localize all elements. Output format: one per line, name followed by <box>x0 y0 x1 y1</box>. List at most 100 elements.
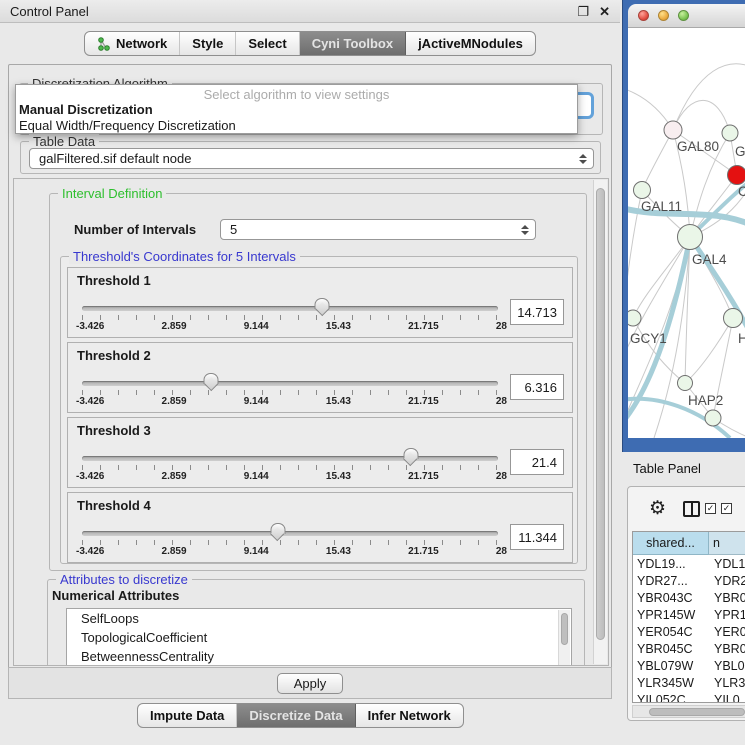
slider-handle[interactable] <box>315 298 330 317</box>
threshold-2-slider[interactable]: -3.426 2.859 9.144 15.43 21.715 28 <box>82 373 498 413</box>
threshold-3-value-field[interactable]: 21.4 <box>510 449 564 475</box>
zoom-traffic-light-icon[interactable] <box>678 10 689 21</box>
network-canvas[interactable]: GAL80 GA C GAL11 GAL4 GCY1 H HAP2 <box>628 28 745 438</box>
cell[interactable]: YDL19... <box>633 557 709 571</box>
cell[interactable]: YBR043C <box>633 591 709 605</box>
table-row[interactable]: YDR27...YDR2 <box>633 572 745 589</box>
threshold-3-slider[interactable]: -3.426 2.859 9.144 15.43 21.715 28 <box>82 448 498 488</box>
table-row[interactable]: YER054CYER0 <box>633 623 745 640</box>
settings-scrollbar[interactable] <box>593 180 607 664</box>
list-scrollbar[interactable] <box>558 610 570 666</box>
algorithm-option-manual[interactable]: Manual Discretization <box>16 102 577 118</box>
node-gal4[interactable] <box>678 225 703 250</box>
threshold-1-value-field[interactable]: 14.713 <box>510 299 564 325</box>
scrollbar-thumb[interactable] <box>596 188 605 640</box>
node-label: GCY1 <box>630 331 667 346</box>
node-gal80[interactable] <box>664 121 682 139</box>
node-partial[interactable] <box>705 410 721 426</box>
cell[interactable]: YDR2 <box>709 574 745 588</box>
list-item[interactable]: BetweennessCentrality <box>67 647 571 666</box>
table-row[interactable]: YBL079WYBL0 <box>633 657 745 674</box>
cell[interactable]: YDL1 <box>709 557 745 571</box>
cell[interactable]: YBR0 <box>709 591 745 605</box>
node-h[interactable] <box>724 309 743 328</box>
cell[interactable]: YER0 <box>709 625 745 639</box>
num-intervals-combobox[interactable]: 5 <box>220 219 536 240</box>
cell[interactable]: YLR345W <box>633 676 709 690</box>
cell[interactable]: YBL079W <box>633 659 709 673</box>
close-window-icon[interactable]: ✕ <box>599 5 610 18</box>
tick-label: 15.43 <box>326 471 351 482</box>
slider-handle[interactable] <box>270 523 285 542</box>
tick-label: 9.144 <box>244 321 269 332</box>
tab-jactivemnodules[interactable]: jActiveMNodules <box>406 32 535 55</box>
table-row[interactable]: YDL19...YDL1 <box>633 555 745 572</box>
node-ga[interactable] <box>722 125 738 141</box>
table-row[interactable]: YBR045CYBR0 <box>633 640 745 657</box>
settings-scroll-area: Interval Definition Number of Intervals … <box>13 178 609 666</box>
columns-icon[interactable] <box>683 501 700 517</box>
slider-handle[interactable] <box>403 448 418 467</box>
threshold-1-slider[interactable]: -3.426 2.859 9.144 15.43 21.715 28 <box>82 298 498 338</box>
cell[interactable]: YDR27... <box>633 574 709 588</box>
threshold-2-value-field[interactable]: 6.316 <box>510 374 564 400</box>
cell[interactable]: YIL0 <box>709 693 745 704</box>
slider-handle[interactable] <box>203 373 218 392</box>
tick-label: 21.715 <box>408 321 439 332</box>
slider-track[interactable] <box>82 456 498 461</box>
cell[interactable]: YPR145W <box>633 608 709 622</box>
cell[interactable]: YBR045C <box>633 642 709 656</box>
tab-select[interactable]: Select <box>236 32 299 55</box>
close-traffic-light-icon[interactable] <box>638 10 649 21</box>
table-row[interactable]: YLR345WYLR3 <box>633 674 745 691</box>
network-view-window[interactable]: GAL80 GA C GAL11 GAL4 GCY1 H HAP2 <box>622 0 745 452</box>
tick-label: 28 <box>496 396 507 407</box>
tab-network[interactable]: Network <box>85 32 180 55</box>
checkbox-icon[interactable]: ✓ <box>721 503 732 514</box>
scrollbar-thumb[interactable] <box>649 708 745 716</box>
node-label: GAL80 <box>677 139 719 154</box>
table-data-combobox[interactable]: galFiltered.sif default node <box>29 148 594 169</box>
slider-track[interactable] <box>82 381 498 386</box>
tab-discretize-data[interactable]: Discretize Data <box>237 704 355 727</box>
tab-infer-network[interactable]: Infer Network <box>356 704 463 727</box>
threshold-4-slider[interactable]: -3.426 2.859 9.144 15.43 21.715 28 <box>82 523 498 563</box>
cell[interactable]: YPR1 <box>709 608 745 622</box>
list-item[interactable]: SelfLoops <box>67 609 571 628</box>
slider-track[interactable] <box>82 531 498 536</box>
node-red-selected[interactable] <box>728 166 745 185</box>
tab-impute-data[interactable]: Impute Data <box>138 704 237 727</box>
table-row[interactable]: YBR043CYBR0 <box>633 589 745 606</box>
slider-ticks <box>82 315 498 320</box>
cell[interactable]: YER054C <box>633 625 709 639</box>
column-header-name[interactable]: n <box>709 532 745 555</box>
algorithm-option-equal-width[interactable]: Equal Width/Frequency Discretization <box>16 118 577 134</box>
cell[interactable]: YIL052C <box>633 693 709 704</box>
slider-track[interactable] <box>82 306 498 311</box>
scrollbar-thumb[interactable] <box>561 613 568 645</box>
gear-icon[interactable]: ⚙ <box>649 499 666 518</box>
network-window-titlebar[interactable] <box>628 4 745 28</box>
table-row[interactable]: YIL052CYIL0 <box>633 691 745 703</box>
cell[interactable]: YBR0 <box>709 642 745 656</box>
control-panel-titlebar: Control Panel ❐ ✕ <box>0 0 620 23</box>
tab-style[interactable]: Style <box>180 32 236 55</box>
threshold-3-panel: Threshold 3 -3.426 2.859 9.144 15.43 21.… <box>67 417 573 488</box>
cell[interactable]: YLR3 <box>709 676 745 690</box>
tick-label: -3.426 <box>76 321 104 332</box>
threshold-4-value-field[interactable]: 11.344 <box>510 524 564 550</box>
table-row[interactable]: YPR145WYPR1 <box>633 606 745 623</box>
tab-cyni-toolbox[interactable]: Cyni Toolbox <box>300 32 406 55</box>
node-gal11[interactable] <box>634 182 651 199</box>
column-header-shared-name[interactable]: shared... <box>633 532 709 555</box>
checkbox-icon[interactable]: ✓ <box>705 503 716 514</box>
apply-button[interactable]: Apply <box>277 673 344 694</box>
minimize-traffic-light-icon[interactable] <box>658 10 669 21</box>
float-window-icon[interactable]: ❐ <box>577 5 589 18</box>
node-hap2[interactable] <box>678 376 693 391</box>
list-item[interactable]: TopologicalCoefficient <box>67 628 571 647</box>
node-gcy1[interactable] <box>628 310 641 326</box>
node-label: C <box>738 184 745 199</box>
table-horizontal-scrollbar[interactable] <box>632 705 745 718</box>
cell[interactable]: YBL0 <box>709 659 745 673</box>
